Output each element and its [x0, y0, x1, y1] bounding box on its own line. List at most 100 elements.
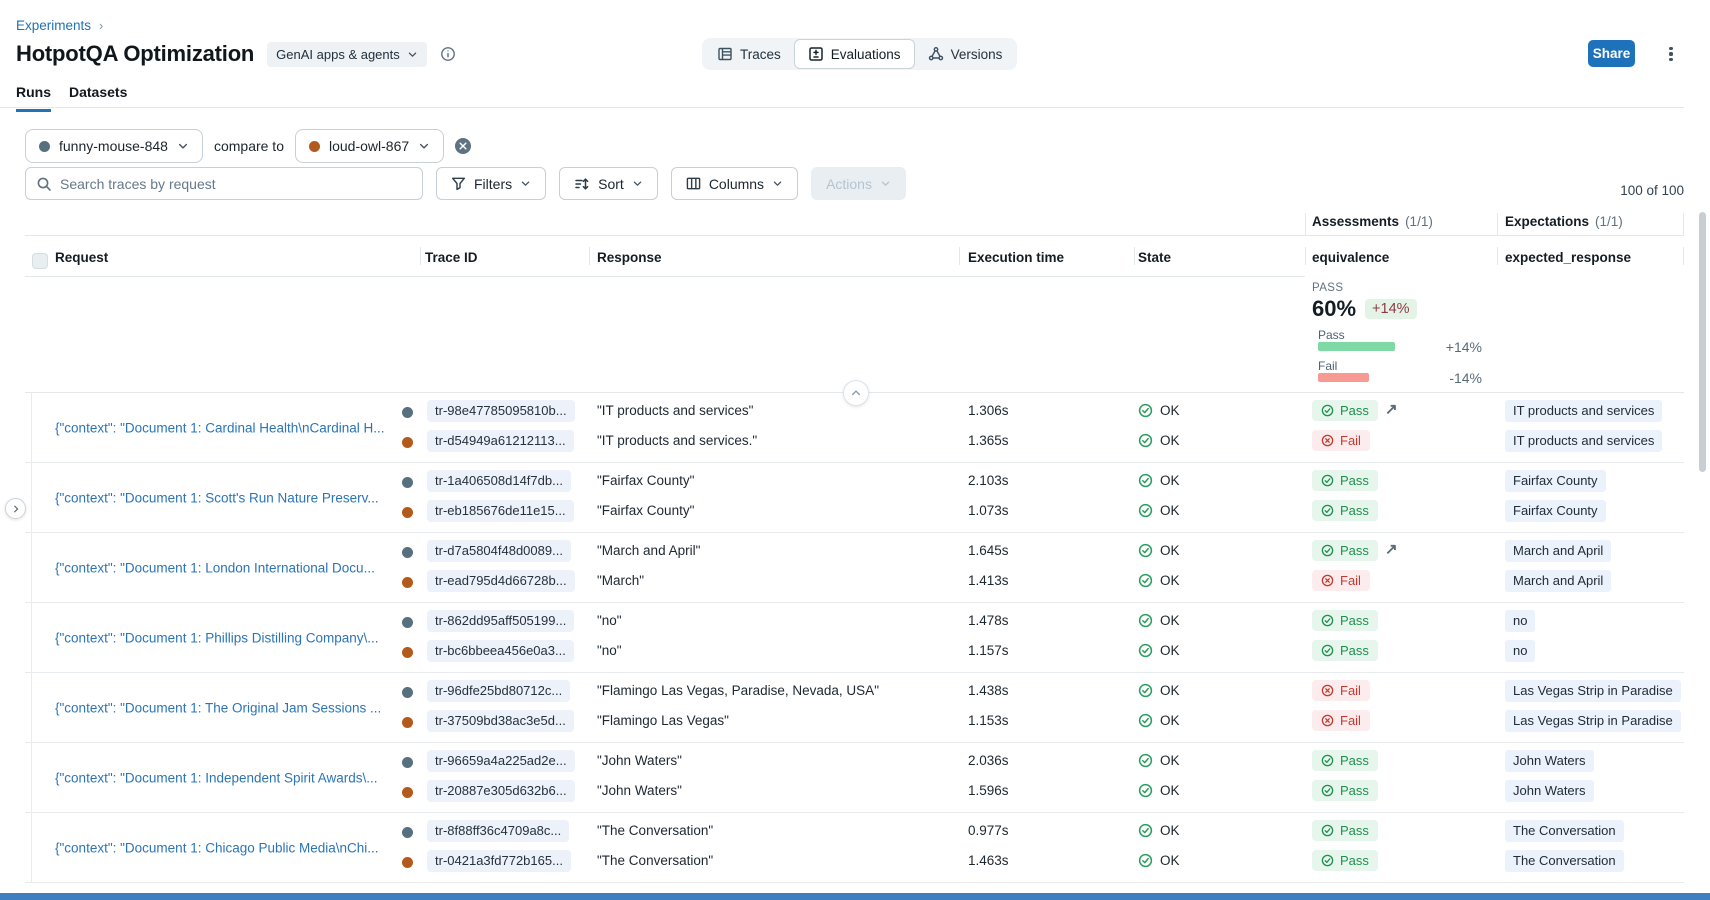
run-b-selector[interactable]: loud-owl-867 — [295, 129, 444, 163]
assessment-badge[interactable]: Fail — [1312, 570, 1370, 591]
col-trace-id[interactable]: Trace ID — [425, 250, 478, 265]
trace-id-chip[interactable]: tr-d7a5804f48d0089... — [427, 540, 571, 562]
table-row-group: {"context": "Document 1: Scott's Run Nat… — [25, 463, 1684, 533]
response-cell: "no" — [597, 613, 622, 628]
check-circle-icon — [1138, 503, 1153, 518]
assessment-badge[interactable]: Pass — [1312, 610, 1378, 631]
state-cell: OK — [1138, 543, 1180, 558]
check-circle-icon — [1138, 713, 1153, 728]
trace-row[interactable]: tr-d54949a61212113... "IT products and s… — [25, 429, 1684, 455]
select-all-checkbox[interactable] — [32, 253, 48, 269]
sort-button[interactable]: Sort — [559, 167, 658, 200]
trace-id-chip[interactable]: tr-0421a3fd772b165... — [427, 850, 571, 872]
state-cell: OK — [1138, 503, 1180, 518]
trace-row[interactable]: tr-8f88ff36c4709a8c... "The Conversation… — [25, 819, 1684, 845]
category-badge-label: GenAI apps & agents — [276, 47, 400, 62]
trace-row[interactable]: tr-96dfe25bd80712c... "Flamingo Las Vega… — [25, 679, 1684, 705]
pass-rate-delta-chip: +14% — [1365, 299, 1417, 319]
trace-id-chip[interactable]: tr-bc6bbeea456e0a3... — [427, 640, 574, 662]
open-trace-arrow[interactable]: ↗ — [1385, 400, 1398, 418]
assessment-badge[interactable]: Fail — [1312, 710, 1370, 731]
check-circle-icon — [1321, 754, 1334, 767]
col-equivalence[interactable]: equivalence — [1312, 250, 1389, 265]
share-button[interactable]: Share — [1588, 40, 1635, 67]
trace-row[interactable]: tr-37509bd38ac3e5d... "Flamingo Las Vega… — [25, 709, 1684, 735]
trace-id-chip[interactable]: tr-37509bd38ac3e5d... — [427, 710, 574, 732]
trace-row[interactable]: tr-eb185676de11e15... "Fairfax County" 1… — [25, 499, 1684, 525]
trace-row[interactable]: tr-20887e305d632b6... "John Waters" 1.59… — [25, 779, 1684, 805]
assessment-badge[interactable]: Fail — [1312, 430, 1370, 451]
trace-id-chip[interactable]: tr-20887e305d632b6... — [427, 780, 575, 802]
assessment-badge[interactable]: Pass — [1312, 820, 1378, 841]
check-circle-icon — [1138, 853, 1153, 868]
assessment-badge[interactable]: Pass — [1312, 470, 1378, 491]
info-icon[interactable] — [440, 46, 456, 62]
trace-id-chip[interactable]: tr-d54949a61212113... — [427, 430, 574, 452]
response-cell: "Fairfax County" — [597, 503, 694, 518]
trace-row[interactable]: tr-1a406508d14f7db... "Fairfax County" 2… — [25, 469, 1684, 495]
col-request[interactable]: Request — [55, 250, 108, 265]
trace-id-chip[interactable]: tr-ead795d4d66728b... — [427, 570, 575, 592]
trace-id-chip[interactable]: tr-1a406508d14f7db... — [427, 470, 571, 492]
trace-row[interactable]: tr-ead795d4d66728b... "March" 1.413s OK … — [25, 569, 1684, 595]
search-input[interactable] — [60, 176, 412, 192]
assessment-summary-row: PASS 60% +14% Pass +14% Fail -14% — [25, 276, 1684, 393]
clear-compare-icon[interactable] — [455, 138, 471, 154]
filters-button[interactable]: Filters — [436, 167, 546, 200]
assessment-badge[interactable]: Fail — [1312, 680, 1370, 701]
table-row-group: {"context": "Document 1: Independent Spi… — [25, 743, 1684, 813]
col-state[interactable]: State — [1138, 250, 1171, 265]
expected-response-chip: IT products and services — [1505, 400, 1662, 422]
assessment-badge[interactable]: Pass — [1312, 500, 1378, 521]
run-a-dot — [39, 141, 50, 152]
run-b-dot — [402, 647, 413, 658]
vertical-scrollbar[interactable] — [1699, 212, 1706, 472]
trace-id-chip[interactable]: tr-8f88ff36c4709a8c... — [427, 820, 569, 842]
trace-row[interactable]: tr-96659a4a225ad2e... "John Waters" 2.03… — [25, 749, 1684, 775]
tab-versions-label: Versions — [951, 47, 1003, 62]
result-count: 100 of 100 — [1620, 183, 1684, 198]
tab-traces[interactable]: Traces — [704, 40, 794, 68]
tabs-divider — [0, 107, 1684, 108]
execution-time-cell: 1.596s — [968, 783, 1009, 798]
sort-label: Sort — [598, 176, 624, 192]
trace-row[interactable]: tr-0421a3fd772b165... "The Conversation"… — [25, 849, 1684, 875]
category-badge-dropdown[interactable]: GenAI apps & agents — [267, 42, 427, 67]
chevron-right-icon — [11, 504, 21, 514]
check-circle-icon — [1138, 613, 1153, 628]
collapse-summary-button[interactable] — [843, 380, 869, 406]
response-cell: "no" — [597, 643, 622, 658]
trace-id-chip[interactable]: tr-96dfe25bd80712c... — [427, 680, 570, 702]
assessment-badge[interactable]: Pass — [1312, 400, 1378, 421]
assessment-badge[interactable]: Pass — [1312, 640, 1378, 661]
overflow-menu-icon[interactable] — [1663, 43, 1679, 65]
filters-label: Filters — [474, 176, 512, 192]
run-a-selector[interactable]: funny-mouse-848 — [25, 129, 203, 163]
trace-row[interactable]: tr-bc6bbeea456e0a3... "no" 1.157s OK Pas… — [25, 639, 1684, 665]
assessment-badge[interactable]: Pass — [1312, 850, 1378, 871]
toolbar: Filters Sort Columns Actions — [25, 167, 906, 200]
columns-button[interactable]: Columns — [671, 167, 798, 200]
sort-icon — [574, 176, 590, 192]
open-trace-arrow[interactable]: ↗ — [1385, 540, 1398, 558]
check-circle-icon — [1321, 474, 1334, 487]
col-execution-time[interactable]: Execution time — [968, 250, 1064, 265]
assessment-badge[interactable]: Pass — [1312, 780, 1378, 801]
col-expected-response[interactable]: expected_response — [1505, 250, 1631, 265]
expand-panel-button[interactable] — [5, 498, 26, 519]
assessment-badge[interactable]: Pass — [1312, 750, 1378, 771]
breadcrumb-experiments-link[interactable]: Experiments — [16, 18, 91, 33]
trace-row[interactable]: tr-862dd95aff505199... "no" 1.478s OK Pa… — [25, 609, 1684, 635]
view-switcher: Traces Evaluations Versions — [702, 38, 1017, 70]
assessment-badge[interactable]: Pass — [1312, 540, 1378, 561]
trace-id-chip[interactable]: tr-96659a4a225ad2e... — [427, 750, 575, 772]
trace-id-chip[interactable]: tr-eb185676de11e15... — [427, 500, 574, 522]
trace-id-chip[interactable]: tr-862dd95aff505199... — [427, 610, 574, 632]
execution-time-cell: 0.977s — [968, 823, 1009, 838]
col-response[interactable]: Response — [597, 250, 662, 265]
tab-versions[interactable]: Versions — [915, 40, 1016, 68]
tab-evaluations[interactable]: Evaluations — [794, 39, 915, 69]
trace-id-chip[interactable]: tr-98e47785095810b... — [427, 400, 575, 422]
run-a-dot — [402, 687, 413, 698]
trace-row[interactable]: tr-d7a5804f48d0089... "March and April" … — [25, 539, 1684, 565]
